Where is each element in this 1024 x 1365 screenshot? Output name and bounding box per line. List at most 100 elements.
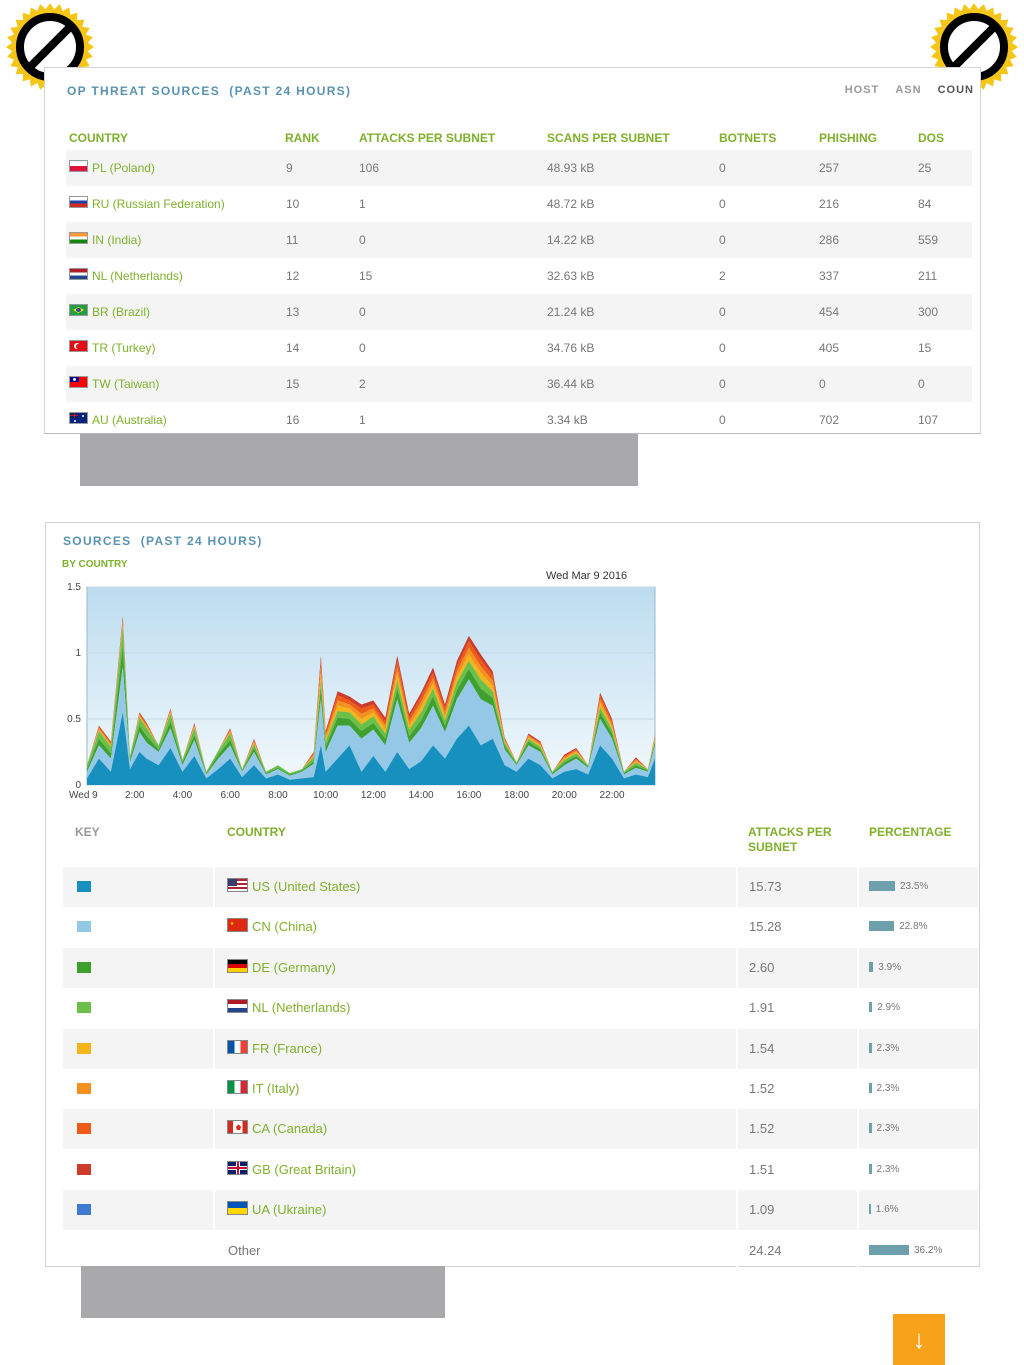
cell-rank: 15 [286, 377, 300, 391]
country-link[interactable]: PL (Poland) [92, 161, 155, 175]
key-swatch [77, 961, 91, 973]
table-row: IT (Italy) 1.52 2.3% [63, 1069, 978, 1109]
sources-area-chart[interactable]: 0 0.5 1 1.5 Wed 9 2:00 4:00 6:00 8:00 10:00 12:00 1… [66, 575, 666, 815]
col-botnets[interactable]: BOTNETS [719, 131, 776, 145]
country-link[interactable]: TW (Taiwan) [92, 377, 159, 391]
cell-scans: 48.72 kB [547, 197, 595, 211]
country-link[interactable]: RU (Russian Federation) [92, 197, 225, 211]
col-attacks[interactable]: ATTACKS PER SUBNET [748, 825, 848, 855]
flag-tr-icon [69, 340, 88, 352]
cell-dos: 15 [918, 341, 932, 355]
flag-ru-icon [69, 196, 88, 208]
x-tick-label: 6:00 [220, 790, 240, 801]
table-row: NL (Netherlands) 1.91 2.9% [63, 988, 978, 1029]
col-phishing[interactable]: PHISHING [819, 131, 877, 145]
country-link[interactable]: FR (France) [252, 1041, 322, 1056]
chart-svg: 00.511.5Wed 9 2:00 4:00 6:00 8:00 10:00 12:00 1… [67, 582, 656, 801]
col-rank[interactable]: RANK [285, 131, 320, 145]
flag-fr-icon [227, 1039, 248, 1054]
cell-botnets: 0 [719, 341, 726, 355]
col-attacks[interactable]: ATTACKS PER SUBNET [359, 131, 495, 145]
flag-de-icon [227, 958, 248, 973]
cell-attacks: 1 [359, 413, 366, 427]
percentage-bar [869, 1042, 872, 1053]
cell-scans: 36.44 kB [547, 377, 595, 391]
y-tick-label: 0.5 [67, 714, 81, 725]
country-link[interactable]: CA (Canada) [252, 1121, 327, 1136]
country-link[interactable]: AU (Australia) [92, 413, 167, 427]
cell-attacks: 1.51 [749, 1161, 775, 1177]
col-scans[interactable]: SCANS PER SUBNET [547, 131, 670, 145]
cell-attacks: 15.73 [749, 879, 782, 894]
table-row: RU (Russian Federation) 10 1 48.72 kB 0 216 84 [66, 186, 972, 222]
percentage-bar [869, 921, 895, 932]
tab-country[interactable]: COUN [938, 84, 974, 96]
percentage-text: 2.3% [876, 1083, 900, 1094]
key-swatch [77, 1163, 91, 1175]
country-link[interactable]: CN (China) [252, 919, 317, 934]
tab-asn[interactable]: ASN [895, 84, 921, 96]
percentage-text: 2.9% [877, 1002, 900, 1014]
percentage-text: 2.3% [876, 1042, 900, 1054]
x-tick-label: 16:00 [456, 790, 481, 801]
country-link[interactable]: IN (India) [92, 233, 141, 247]
cell-scans: 48.93 kB [547, 161, 595, 175]
table-row: DE (Germany) 2.60 3.9% [63, 947, 978, 988]
y-tick-label: 1 [75, 648, 81, 659]
percentage-text: 1.6% [875, 1204, 899, 1216]
x-tick-label: 10:00 [313, 790, 338, 801]
percentage-text: 3.9% [878, 961, 902, 973]
table-row: CN (China) 15.28 22.8% [63, 907, 978, 948]
table-row: NL (Netherlands) 12 15 32.63 kB 2 337 211 [66, 258, 972, 294]
flag-nl-icon [69, 268, 88, 280]
cell-scans: 34.76 kB [547, 341, 595, 355]
country-link[interactable]: TR (Turkey) [92, 341, 156, 355]
cell-dos: 0 [918, 377, 925, 391]
cell-phishing: 0 [819, 377, 826, 391]
cell-dos: 25 [918, 161, 932, 175]
country-link[interactable]: NL (Netherlands) [252, 1000, 351, 1015]
col-dos[interactable]: DOS [918, 131, 944, 145]
table-row: AU (Australia) 16 1 3.34 kB 0 702 107 [66, 402, 972, 438]
cell-phishing: 257 [819, 161, 840, 175]
country-link[interactable]: DE (Germany) [252, 960, 336, 975]
flag-ca-icon [227, 1120, 248, 1135]
cell-botnets: 0 [719, 413, 726, 427]
country-link[interactable]: GB (Great Britain) [252, 1162, 356, 1177]
cell-scans: 21.24 kB [547, 305, 595, 319]
panel-title: SOURCES (PAST 24 HOURS) [63, 534, 263, 548]
percentage-text: 23.5% [899, 881, 929, 892]
table-row: US (United States) 15.73 23.5% [63, 867, 978, 907]
table-row: UA (Ukraine) 1.09 1.6% [63, 1190, 978, 1231]
country-link[interactable]: NL (Netherlands) [92, 269, 183, 283]
cell-attacks: 2.60 [749, 959, 775, 975]
percentage-text: 2.3% [876, 1163, 900, 1175]
x-tick-label: 12:00 [361, 790, 386, 801]
x-tick-label: 4:00 [173, 790, 193, 801]
x-tick-label: 14:00 [409, 790, 434, 801]
percentage-bar [869, 1204, 871, 1215]
flag-gb-icon [227, 1160, 248, 1175]
country-link[interactable]: UA (Ukraine) [252, 1202, 326, 1217]
x-tick-label: 8:00 [268, 790, 288, 801]
country-link[interactable]: US (United States) [252, 879, 360, 894]
col-country[interactable]: COUNTRY [69, 131, 128, 145]
cell-scans: 3.34 kB [547, 413, 588, 427]
tab-host[interactable]: HOST [845, 84, 880, 96]
percentage-bar [869, 1244, 909, 1255]
cell-botnets: 0 [719, 233, 726, 247]
cell-botnets: 0 [719, 197, 726, 211]
country-link[interactable]: BR (Brazil) [92, 305, 150, 319]
col-percentage[interactable]: PERCENTAGE [869, 825, 951, 839]
col-key: KEY [75, 825, 100, 839]
col-country[interactable]: COUNTRY [227, 825, 286, 839]
percentage-bar [869, 961, 874, 972]
cell-rank: 12 [286, 269, 300, 283]
scroll-down-button[interactable]: ↓ [893, 1314, 945, 1365]
table-row: PL (Poland) 9 106 48.93 kB 0 257 25 [66, 150, 972, 186]
flag-pl-icon [69, 160, 88, 172]
cell-dos: 211 [918, 269, 938, 283]
country-link[interactable]: IT (Italy) [252, 1081, 299, 1096]
cell-rank: 10 [286, 197, 300, 211]
y-tick-label: 1.5 [67, 582, 81, 593]
